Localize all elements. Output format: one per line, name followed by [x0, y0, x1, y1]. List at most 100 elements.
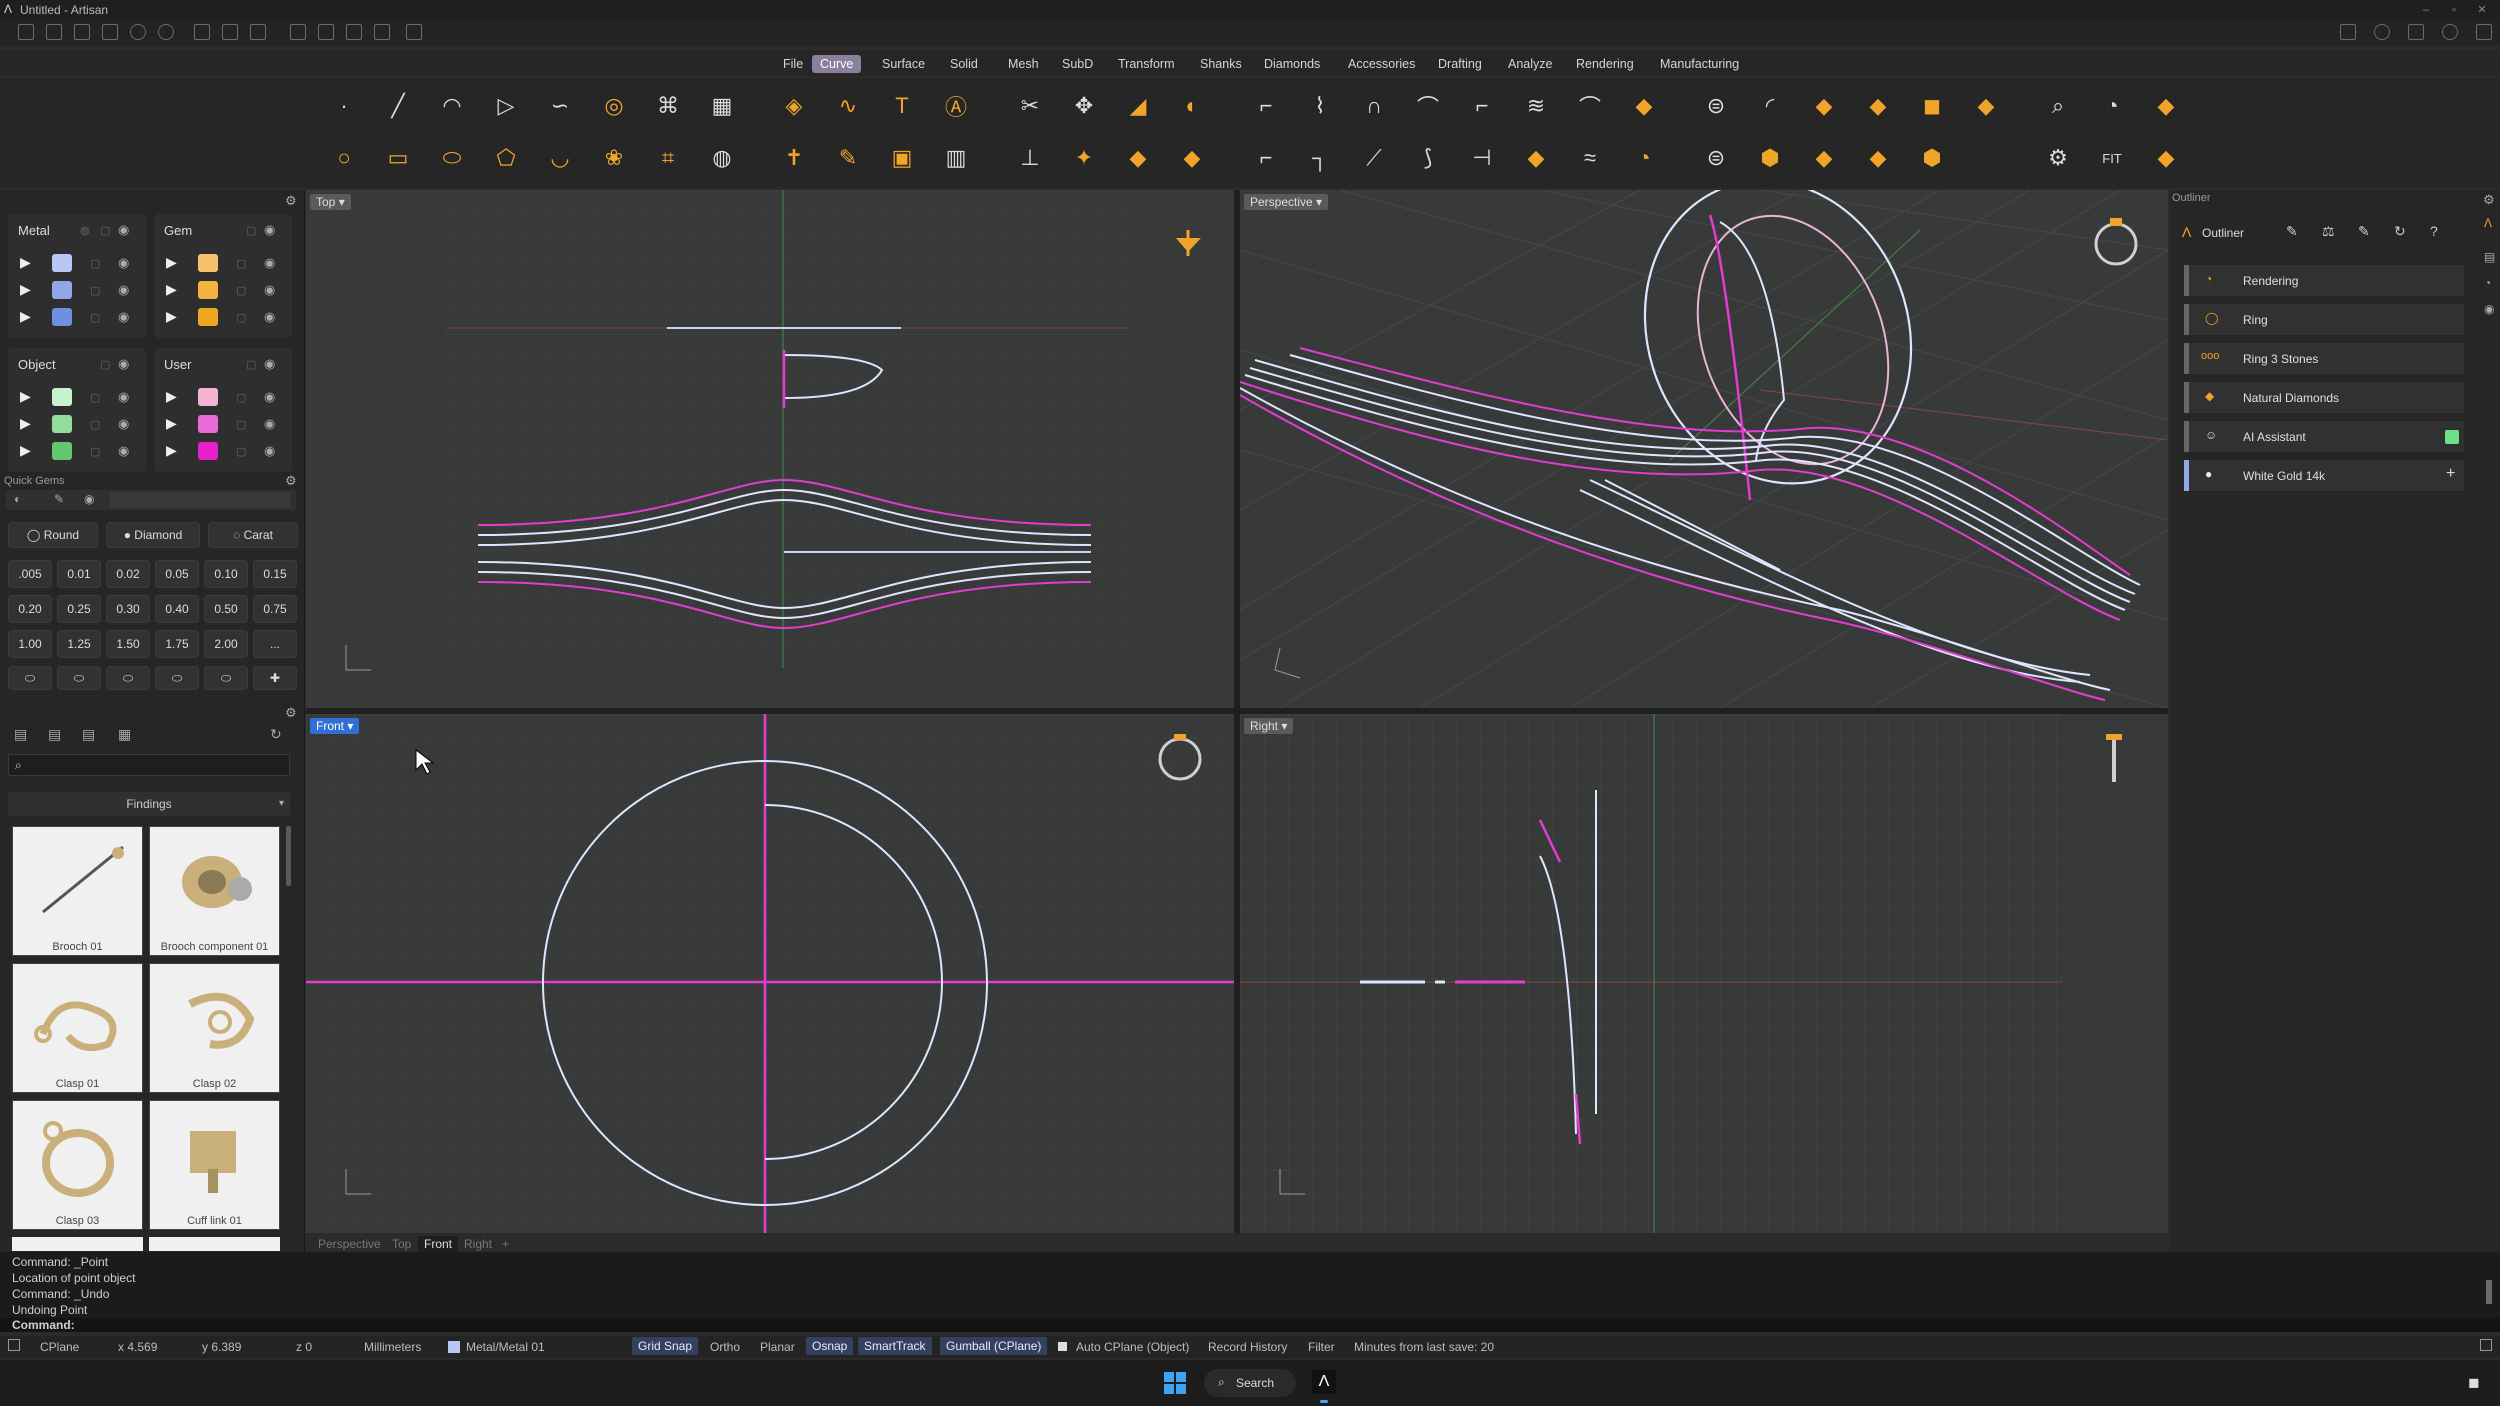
tab-perspective[interactable]: Perspective: [312, 1236, 387, 1252]
planar-toggle[interactable]: Planar: [760, 1340, 795, 1354]
gem-size-button[interactable]: 0.01: [57, 560, 101, 588]
gem-search-input[interactable]: [110, 492, 290, 508]
corner-square-icon[interactable]: ┐: [1300, 138, 1340, 178]
notification-icon[interactable]: ◼: [2468, 1374, 2480, 1391]
freeform-tool-icon[interactable]: ◡: [540, 138, 580, 178]
outliner-side-icon[interactable]: Λ: [2484, 216, 2492, 230]
tab-top[interactable]: Top: [386, 1236, 417, 1252]
marquise-cut-icon[interactable]: ⬭: [155, 666, 199, 690]
menu-mesh[interactable]: Mesh: [1000, 55, 1047, 73]
eye-icon[interactable]: ◉: [118, 416, 129, 432]
undo-icon[interactable]: [130, 24, 146, 40]
gem-size-button[interactable]: 0.02: [106, 560, 150, 588]
ortho-toggle[interactable]: Ortho: [710, 1340, 740, 1354]
layer-color-swatch[interactable]: [52, 308, 72, 326]
lock-icon[interactable]: ▢: [236, 257, 246, 270]
record-history-toggle[interactable]: Record History: [1208, 1340, 1287, 1354]
quick-gems-settings-icon[interactable]: ⚙: [285, 473, 297, 489]
chamfer-tool-icon[interactable]: ⌒: [1408, 86, 1448, 126]
export-icon[interactable]: [250, 24, 266, 40]
play-icon[interactable]: ▶: [166, 442, 177, 459]
divide-tool-icon[interactable]: ◆: [1118, 138, 1158, 178]
extend-tool-icon[interactable]: ◢: [1118, 86, 1158, 126]
pear-cut-icon[interactable]: ⬭: [106, 666, 150, 690]
library-item-brooch-component-01[interactable]: Brooch component 01: [149, 826, 280, 956]
connect-tool-icon[interactable]: ⌐: [1462, 86, 1502, 126]
grid-view-icon[interactable]: ▦: [118, 726, 131, 743]
tween-tool-icon[interactable]: ⊣: [1462, 138, 1502, 178]
gem-size-button[interactable]: 1.00: [8, 630, 52, 658]
library-scrollbar[interactable]: [286, 826, 291, 886]
panel-toggle-icon[interactable]: [2480, 1339, 2492, 1351]
scale-icon[interactable]: ⚖: [2322, 223, 2335, 240]
gem-layer-row[interactable]: ▶ ▢ ◉: [154, 304, 292, 331]
play-icon[interactable]: ▶: [20, 415, 31, 432]
edit-points-icon[interactable]: ◆: [2146, 86, 2186, 126]
eye-icon[interactable]: ◉: [118, 282, 129, 298]
pin-cut-icon[interactable]: ✚: [253, 666, 297, 690]
polyline-tool-icon[interactable]: ▷: [486, 86, 526, 126]
tab-front[interactable]: Front: [418, 1236, 459, 1252]
materials-side-icon[interactable]: ◔: [2484, 276, 2491, 290]
library-item-cuff-link-01[interactable]: Cuff link 01: [149, 1100, 280, 1230]
offset-tool-icon[interactable]: ◐: [1172, 86, 1212, 126]
smooth-tool-icon[interactable]: ⟆: [1408, 138, 1448, 178]
patch-tool-icon[interactable]: ◆: [1858, 138, 1898, 178]
polyline-edit-icon[interactable]: ⟋: [1354, 138, 1394, 178]
save-icon[interactable]: [194, 24, 210, 40]
play-icon[interactable]: ▶: [166, 308, 177, 325]
right-viewport-label[interactable]: Right ▾: [1244, 718, 1294, 734]
helix-tool-icon[interactable]: ⌘: [648, 86, 688, 126]
menu-rendering[interactable]: Rendering: [1568, 55, 1642, 73]
library-item-brooch-01[interactable]: Brooch 01: [12, 826, 143, 956]
text-tool-icon[interactable]: T: [882, 86, 922, 126]
layer-color-swatch[interactable]: [198, 254, 218, 272]
layer-color-swatch[interactable]: [198, 415, 218, 433]
heart-cut-icon[interactable]: ⬭: [204, 666, 248, 690]
gem-tool-icon[interactable]: ✎: [54, 492, 64, 506]
right-viewport[interactable]: Right ▾: [1240, 714, 2168, 1233]
eye-icon[interactable]: ◉: [264, 389, 275, 405]
layer-color-swatch[interactable]: [198, 281, 218, 299]
save-as-icon[interactable]: [222, 24, 238, 40]
knot-tool-icon[interactable]: ❀: [594, 138, 634, 178]
user-layer-row[interactable]: ▶ ▢ ◉: [154, 438, 292, 465]
gem-size-button[interactable]: 0.50: [204, 595, 248, 623]
trace-tool-icon[interactable]: ◈: [774, 86, 814, 126]
layer-color-swatch[interactable]: [52, 415, 72, 433]
library-folder-icon[interactable]: ▤: [82, 726, 95, 743]
play-icon[interactable]: ▶: [20, 442, 31, 459]
layer-color-swatch[interactable]: [52, 442, 72, 460]
gumball-tool-icon[interactable]: ◆: [2146, 138, 2186, 178]
library-item-partial[interactable]: [149, 1237, 280, 1251]
lock-icon[interactable]: ▢: [246, 358, 256, 371]
lock-icon[interactable]: ▢: [90, 418, 100, 431]
lock-icon[interactable]: ▢: [236, 391, 246, 404]
edit-icon[interactable]: ✎: [2358, 223, 2370, 240]
open-icon[interactable]: [74, 24, 90, 40]
lock-icon[interactable]: ▢: [236, 284, 246, 297]
wave-tool-icon[interactable]: ≈: [1570, 138, 1610, 178]
smarttrack-toggle[interactable]: SmartTrack: [858, 1337, 932, 1355]
arc-tool-icon[interactable]: ◠: [432, 86, 472, 126]
play-icon[interactable]: ▶: [166, 254, 177, 271]
command-scrollbar[interactable]: [2486, 1280, 2492, 1304]
eye-icon[interactable]: ◉: [264, 443, 275, 459]
solid-tool-icon[interactable]: ◼: [1912, 86, 1952, 126]
library-search-input[interactable]: ⌕: [8, 754, 290, 776]
top-viewport-label[interactable]: Top ▾: [310, 194, 351, 210]
lock-icon[interactable]: ▢: [100, 224, 110, 237]
gumball-toggle[interactable]: Gumball (CPlane): [940, 1337, 1048, 1355]
open-recent-icon[interactable]: [102, 24, 118, 40]
rebuild-tool-icon[interactable]: ⌒: [1570, 86, 1610, 126]
eye-icon[interactable]: ◉: [264, 309, 275, 325]
box-tool-icon[interactable]: ⬢: [1912, 138, 1952, 178]
gem-material-button[interactable]: ● Diamond: [106, 522, 200, 548]
current-layer[interactable]: Metal/Metal 01: [466, 1340, 545, 1354]
pin-icon[interactable]: ✎: [2286, 223, 2298, 240]
gem-size-button[interactable]: 0.25: [57, 595, 101, 623]
oval-cut-icon[interactable]: ⬭: [57, 666, 101, 690]
point-tool-icon[interactable]: ·: [324, 86, 364, 126]
lock-icon[interactable]: ▢: [236, 445, 246, 458]
play-icon[interactable]: ▶: [20, 388, 31, 405]
